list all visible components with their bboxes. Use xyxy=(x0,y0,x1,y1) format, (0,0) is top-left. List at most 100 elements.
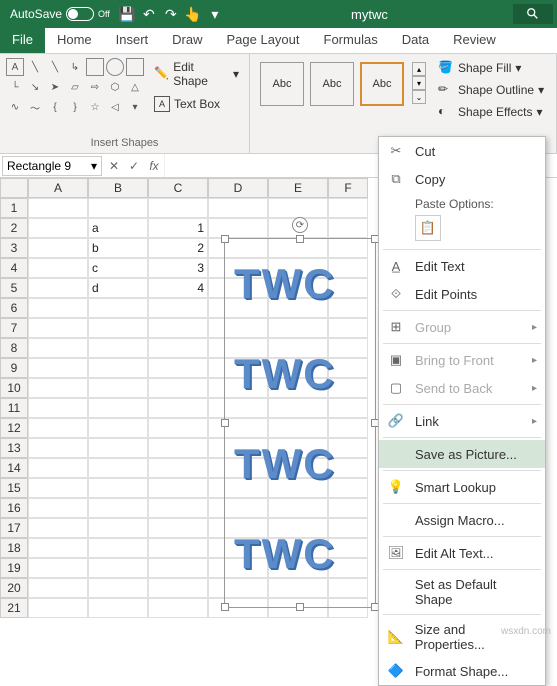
style-sample-2[interactable]: Abc xyxy=(310,62,354,106)
ctx-copy[interactable]: ⧉Copy xyxy=(379,165,545,193)
shape-star-icon[interactable]: ☆ xyxy=(86,98,104,116)
cell[interactable]: a xyxy=(88,218,148,238)
twc-shape-4[interactable]: TWC xyxy=(234,530,336,578)
shape-tri-icon[interactable]: △ xyxy=(126,78,144,96)
cell[interactable] xyxy=(88,598,148,618)
tab-file[interactable]: File xyxy=(0,28,45,53)
ctx-format-shape[interactable]: 🔷Format Shape... xyxy=(379,657,545,685)
col-header-e[interactable]: E xyxy=(268,178,328,198)
text-box-button[interactable]: A Text Box xyxy=(150,94,243,114)
cell[interactable] xyxy=(148,558,208,578)
shapes-gallery[interactable]: A ╲ ╲ ↳ └ ↘ ➤ ▱ ⇨ ⬡ △ xyxy=(6,58,144,116)
ctx-assign-macro[interactable]: Assign Macro... xyxy=(379,506,545,534)
cell[interactable] xyxy=(88,298,148,318)
touch-mode-icon[interactable]: 👆 xyxy=(182,3,204,25)
tab-formulas[interactable]: Formulas xyxy=(312,28,390,53)
sel-handle[interactable] xyxy=(296,235,304,243)
tab-draw[interactable]: Draw xyxy=(160,28,214,53)
cell[interactable] xyxy=(28,318,88,338)
shape-brace-l-icon[interactable]: { xyxy=(46,98,64,116)
cell[interactable]: b xyxy=(88,238,148,258)
cell[interactable] xyxy=(88,378,148,398)
cell[interactable] xyxy=(148,478,208,498)
row-header[interactable]: 14 xyxy=(0,458,28,478)
cell[interactable] xyxy=(208,218,268,238)
row-header[interactable]: 21 xyxy=(0,598,28,618)
cell[interactable] xyxy=(28,338,88,358)
cell[interactable] xyxy=(148,198,208,218)
sel-handle[interactable] xyxy=(296,603,304,611)
save-icon[interactable]: 💾 xyxy=(116,3,138,25)
shape-curve3-icon[interactable]: 〜 xyxy=(26,98,44,116)
col-header-c[interactable]: C xyxy=(148,178,208,198)
shape-callout-icon[interactable]: ◁ xyxy=(106,98,124,116)
row-header[interactable]: 19 xyxy=(0,558,28,578)
shape-curve2-icon[interactable]: ∿ xyxy=(6,98,24,116)
cell[interactable] xyxy=(28,378,88,398)
cell[interactable] xyxy=(28,358,88,378)
cell[interactable] xyxy=(88,198,148,218)
cell[interactable] xyxy=(148,598,208,618)
cell[interactable] xyxy=(28,598,88,618)
ctx-link[interactable]: 🔗Link▸ xyxy=(379,407,545,435)
shape-rect-icon[interactable] xyxy=(86,58,104,76)
style-sample-3[interactable]: Abc xyxy=(360,62,404,106)
redo-icon[interactable]: ↷ xyxy=(160,3,182,25)
cell[interactable] xyxy=(148,498,208,518)
cell[interactable] xyxy=(148,358,208,378)
cell[interactable] xyxy=(328,218,368,238)
shape-line2-icon[interactable]: ╲ xyxy=(46,58,64,76)
cell[interactable] xyxy=(208,198,268,218)
shape-textbox-icon[interactable]: A xyxy=(6,58,24,76)
cell[interactable] xyxy=(28,438,88,458)
cell[interactable] xyxy=(28,498,88,518)
shape-arrow-icon[interactable]: ➤ xyxy=(46,78,64,96)
cell[interactable] xyxy=(88,418,148,438)
cell[interactable] xyxy=(148,418,208,438)
shape-styles-gallery[interactable]: Abc Abc Abc ▴ ▾ ⌄ xyxy=(256,58,430,122)
row-header[interactable]: 5 xyxy=(0,278,28,298)
shape-outline-button[interactable]: ✏ Shape Outline ▾ xyxy=(434,80,548,100)
sel-handle[interactable] xyxy=(221,603,229,611)
cell[interactable] xyxy=(328,198,368,218)
name-box[interactable]: Rectangle 9 ▾ xyxy=(2,156,102,176)
row-header[interactable]: 17 xyxy=(0,518,28,538)
search-button[interactable] xyxy=(513,4,553,24)
cell[interactable] xyxy=(148,538,208,558)
ctx-edit-alt-text[interactable]: 🖼Edit Alt Text... xyxy=(379,539,545,567)
cell[interactable] xyxy=(88,358,148,378)
row-header[interactable]: 2 xyxy=(0,218,28,238)
cell[interactable] xyxy=(88,558,148,578)
autosave-toggle[interactable]: AutoSave Off xyxy=(4,7,116,21)
shape-more-icon[interactable]: ▾ xyxy=(126,98,144,116)
cell[interactable] xyxy=(148,298,208,318)
shape-effects-button[interactable]: ◐ Shape Effects ▾ xyxy=(434,102,548,122)
shape-rrect-icon[interactable] xyxy=(126,58,144,76)
cell[interactable] xyxy=(88,478,148,498)
cell[interactable] xyxy=(88,578,148,598)
row-header[interactable]: 7 xyxy=(0,318,28,338)
gallery-up-icon[interactable]: ▴ xyxy=(412,62,426,76)
tab-home[interactable]: Home xyxy=(45,28,104,53)
row-header[interactable]: 6 xyxy=(0,298,28,318)
cell[interactable] xyxy=(88,498,148,518)
cell[interactable] xyxy=(88,538,148,558)
ctx-cut[interactable]: ✂Cut xyxy=(379,137,545,165)
twc-shape-1[interactable]: TWC xyxy=(234,260,336,308)
shape-line-icon[interactable]: ╲ xyxy=(26,58,44,76)
cell[interactable] xyxy=(28,538,88,558)
row-header[interactable]: 13 xyxy=(0,438,28,458)
cell[interactable] xyxy=(148,578,208,598)
cell[interactable] xyxy=(28,298,88,318)
cell[interactable] xyxy=(148,458,208,478)
cell[interactable] xyxy=(28,458,88,478)
tab-review[interactable]: Review xyxy=(441,28,508,53)
row-header[interactable]: 8 xyxy=(0,338,28,358)
row-header[interactable]: 10 xyxy=(0,378,28,398)
cell[interactable] xyxy=(88,438,148,458)
row-header[interactable]: 16 xyxy=(0,498,28,518)
ctx-save-as-picture[interactable]: Save as Picture... xyxy=(379,440,545,468)
cell[interactable] xyxy=(28,198,88,218)
cancel-formula-icon[interactable]: ✕ xyxy=(104,159,124,173)
cell[interactable] xyxy=(28,558,88,578)
